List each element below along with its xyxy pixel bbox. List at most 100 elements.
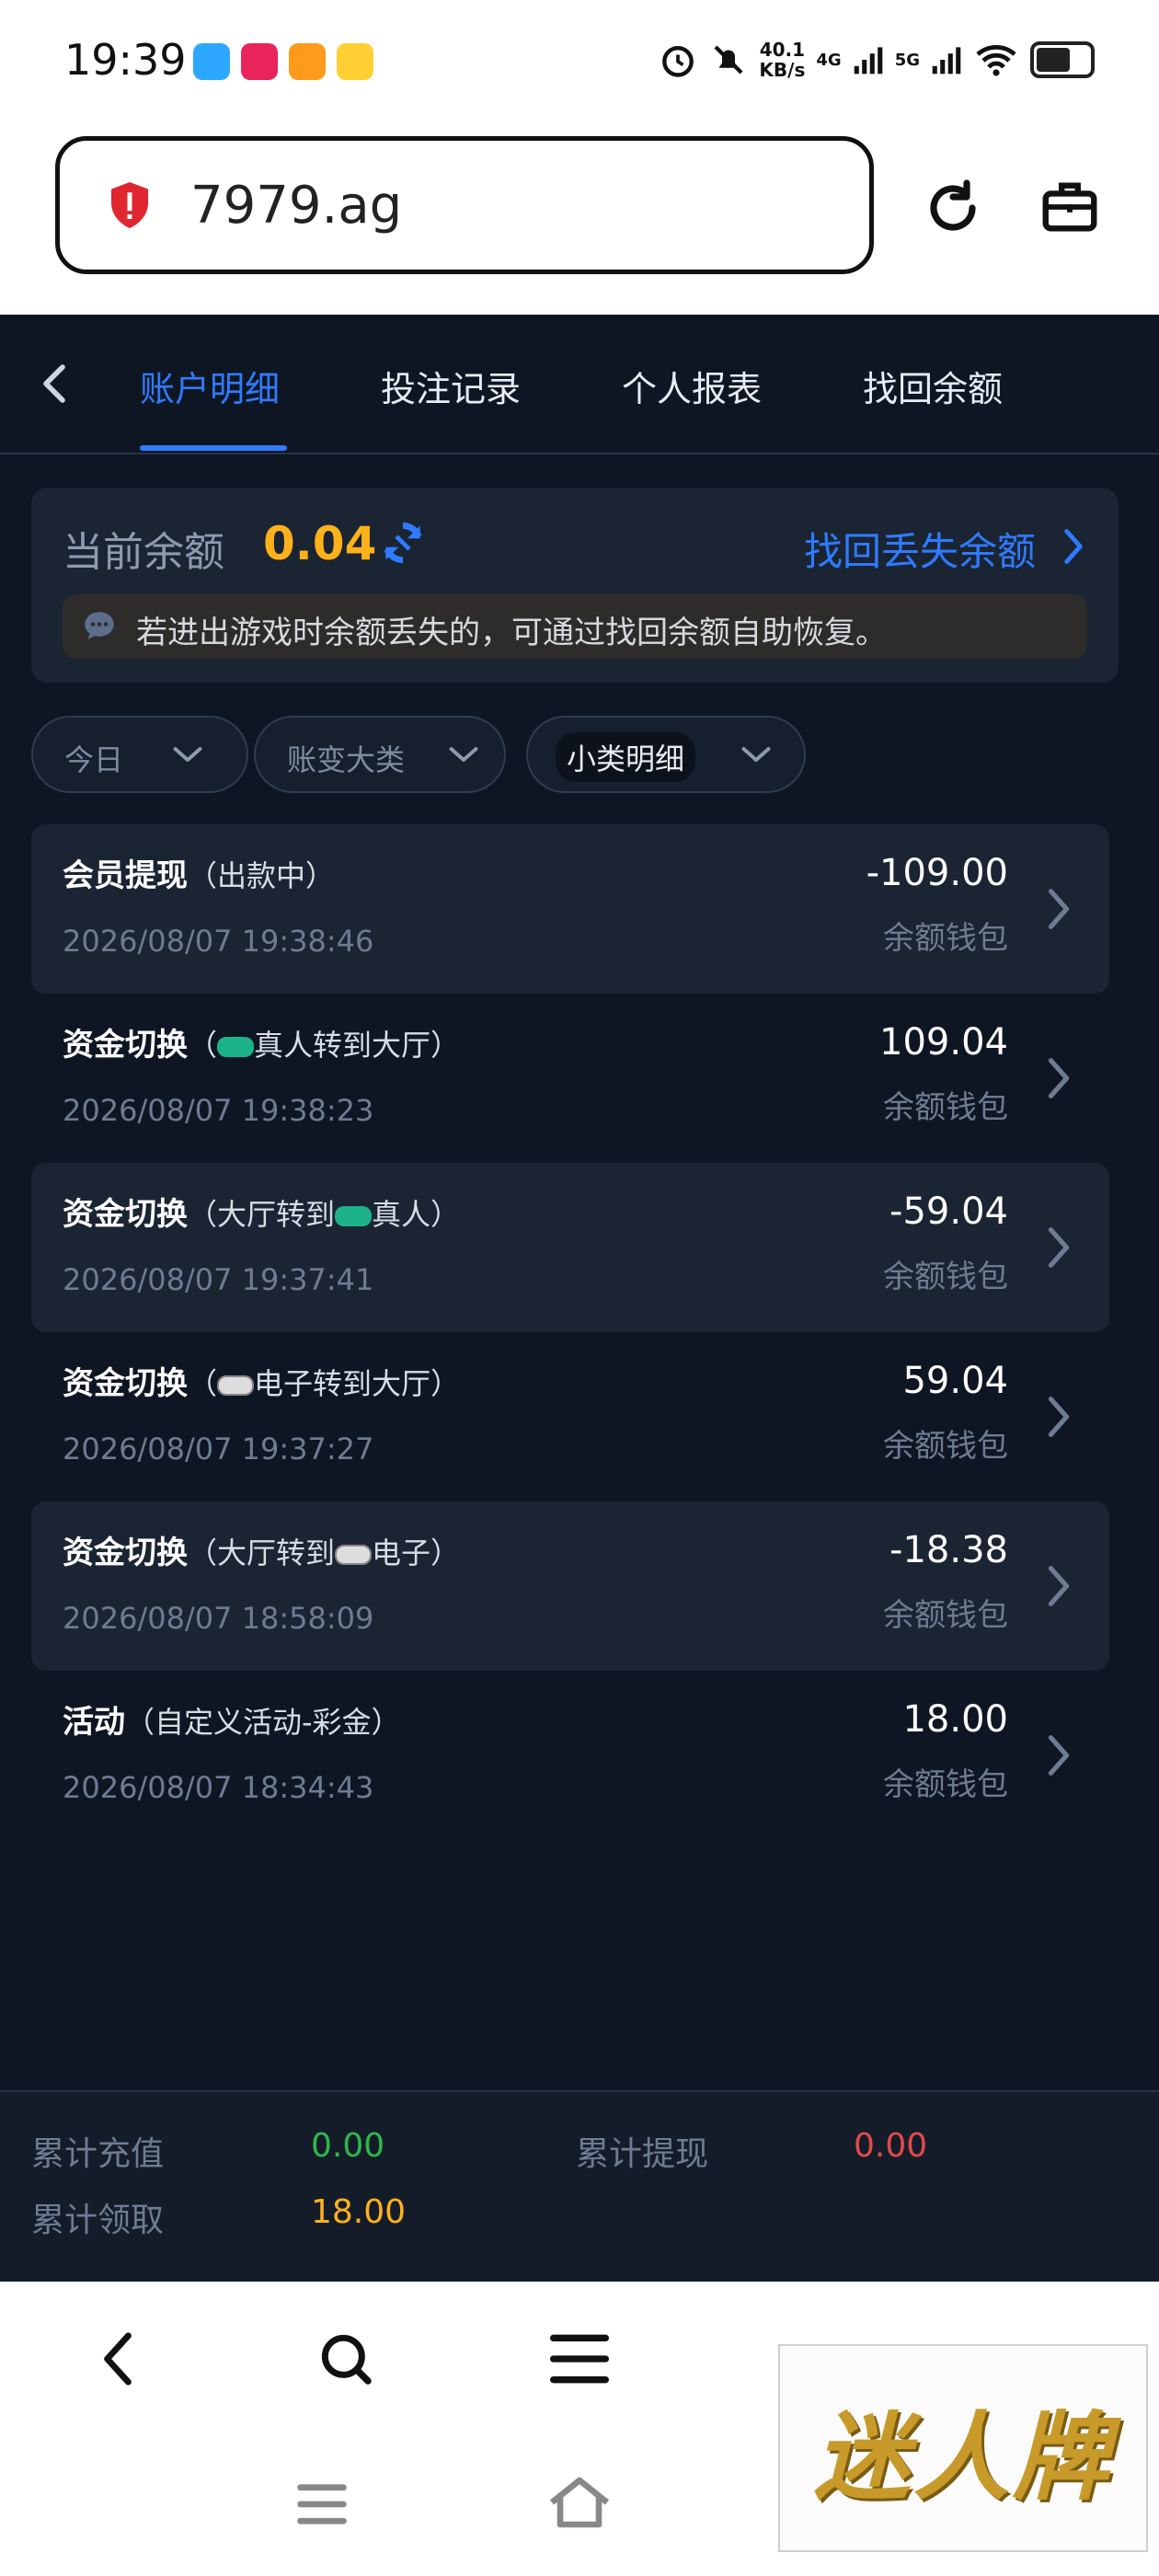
totals-footer: 累计充值 0.00 累计提现 0.00 累计领取 18.00 [0,2090,1159,2282]
filter-subcategory[interactable]: 小类明细 [526,716,806,793]
chevron-down-icon [741,747,771,762]
notice-text: 若进出游戏时余额丢失的，可通过找回余额自助恢复。 [136,615,887,651]
transaction-row[interactable]: 资金切换（大厅转到 真人） 2026/08/07 19:37:41 -59.04 … [31,1163,1109,1332]
tab-bet-records[interactable]: 投注记录 [381,361,521,411]
live-casino-logo-icon [335,1206,373,1226]
chevron-right-icon [1048,1058,1070,1098]
chevron-right-icon [1048,889,1070,929]
total-deposit-value: 0.00 [311,2127,385,2165]
chevron-right-icon [1048,1735,1070,1776]
transaction-row[interactable]: 资金切换（ 电子转到大厅） 2026/08/07 19:37:27 59.04 余… [31,1332,1109,1501]
transaction-desc: 资金切换（大厅转到 电子） [63,1535,461,1571]
balance-label: 当前余额 [63,529,224,576]
toolbox-icon[interactable] [1038,175,1102,239]
tab-bar: 账户明细 投注记录 个人报表 找回余额 [0,315,1159,454]
transaction-time: 2026/08/07 19:38:46 [63,924,374,959]
recovery-notice: 若进出游戏时余额丢失的，可通过找回余额自助恢复。 [63,594,1087,659]
chevron-right-icon [1048,1566,1070,1606]
transaction-amount: -18.38 [889,1529,1008,1571]
alarm-icon [662,45,694,77]
transaction-desc: 资金切换（ 电子转到大厅） [63,1365,461,1402]
games-app-icon [241,43,278,80]
tab-account-details[interactable]: 账户明细 [140,361,280,411]
watermark-text: 迷人牌 [813,2400,1112,2513]
status-indicators: 40.1 KB/s 4G 5G [658,37,1095,83]
transaction-desc: 资金切换（ 真人转到大厅） [63,1027,461,1064]
transaction-time: 2026/08/07 19:37:41 [63,1262,374,1297]
recover-lost-balance-link[interactable]: 找回丢失余额 [804,521,1036,577]
transaction-row[interactable]: 活动（自定义活动-彩金） 2026/08/07 18:34:43 18.00 余… [31,1671,1109,1840]
pg-games-logo-icon [217,1375,255,1396]
total-claimed-value: 18.00 [311,2193,407,2231]
transaction-desc: 资金切换（大厅转到 真人） [63,1196,461,1233]
transaction-wallet: 余额钱包 [883,1597,1008,1634]
transaction-wallet: 余额钱包 [883,920,1008,957]
transaction-wallet: 余额钱包 [883,1766,1008,1803]
transaction-time: 2026/08/07 19:38:23 [63,1093,374,1128]
watermark-logo: 迷人牌 [778,2344,1148,2552]
transaction-wallet: 余额钱包 [883,1089,1008,1126]
address-bar[interactable]: 7979.ag [55,136,874,274]
transaction-desc: 会员提现（出款中） [63,857,336,894]
mute-bell-icon [714,45,743,75]
chevron-down-icon [449,747,478,762]
filter-category-label: 账变大类 [287,742,406,777]
transaction-time: 2026/08/07 18:34:43 [63,1770,374,1805]
url-text[interactable]: 7979.ag [190,176,402,236]
battery-icon [1030,41,1095,78]
transaction-amount: -109.00 [866,852,1008,894]
signal-icon-2 [932,47,961,75]
transaction-wallet: 余额钱包 [883,1428,1008,1465]
security-warning-icon[interactable] [102,178,157,233]
transaction-amount: -59.04 [889,1190,1008,1233]
tab-recover-balance[interactable]: 找回余额 [863,361,1003,411]
transaction-wallet: 余额钱包 [883,1259,1008,1295]
total-withdraw-label: 累计提现 [576,2135,709,2173]
browser-app-icon [193,43,230,80]
system-menu-icon[interactable] [293,2480,351,2528]
balance-card: 当前余额 0.04 找回丢失余额 若进出游戏时余额丢失的，可通过找回余额自助恢复… [31,488,1119,683]
menu-icon[interactable] [548,2329,611,2388]
home-icon[interactable] [546,2475,613,2530]
total-claimed-label: 累计领取 [31,2202,165,2239]
transaction-row[interactable]: 会员提现（出款中） 2026/08/07 19:38:46 -109.00 余额… [31,824,1109,994]
chevron-right-icon[interactable] [1060,526,1087,567]
refresh-balance-icon[interactable] [377,517,429,569]
transaction-time: 2026/08/07 19:37:27 [63,1432,374,1466]
transaction-desc: 活动（自定义活动-彩金） [63,1704,401,1741]
signal-icon [854,47,882,75]
transaction-time: 2026/08/07 18:58:09 [63,1601,374,1636]
transaction-row[interactable]: 资金切换（大厅转到 电子） 2026/08/07 18:58:09 -18.38 … [31,1501,1109,1671]
chat-bubble-icon [85,612,114,639]
net-speed: 40.1 KB/s [759,39,806,81]
reload-icon[interactable] [920,175,986,241]
back-chevron-icon[interactable] [37,361,74,407]
transaction-amount: 59.04 [902,1360,1008,1402]
chevron-down-icon [173,747,202,762]
transaction-amount: 109.04 [879,1021,1008,1064]
pg-games-logo-icon [335,1545,373,1565]
account-details-page: 账户明细 投注记录 个人报表 找回余额 当前余额 0.04 找回丢失余额 若进出… [0,315,1159,2282]
total-withdraw-value: 0.00 [854,2127,928,2165]
filter-category[interactable]: 账变大类 [254,716,506,793]
active-tab-indicator [140,445,287,451]
network-5g: 5G [894,50,920,70]
total-deposit-label: 累计充值 [31,2135,165,2173]
filter-date-label: 今日 [64,742,124,777]
transaction-amount: 18.00 [902,1698,1008,1741]
transaction-row[interactable]: 资金切换（ 真人转到大厅） 2026/08/07 19:38:23 109.04 … [31,994,1109,1163]
weibo-app-icon [337,43,373,80]
back-icon[interactable] [96,2329,140,2388]
status-bar: 19:39 40.1 KB/s 4G 5G [0,0,1159,124]
network-4g: 4G [816,50,842,70]
filter-subcategory-label: 小类明细 [556,732,696,782]
chevron-right-icon [1048,1397,1070,1437]
status-time: 19:39 [64,35,187,85]
chevron-right-icon [1048,1227,1070,1268]
search-icon[interactable] [316,2329,375,2388]
balance-value: 0.04 [263,517,377,570]
filter-date[interactable]: 今日 [31,716,248,793]
video-app-icon [289,43,326,80]
tab-personal-report[interactable]: 个人报表 [622,361,762,411]
wifi-icon [976,44,1016,76]
